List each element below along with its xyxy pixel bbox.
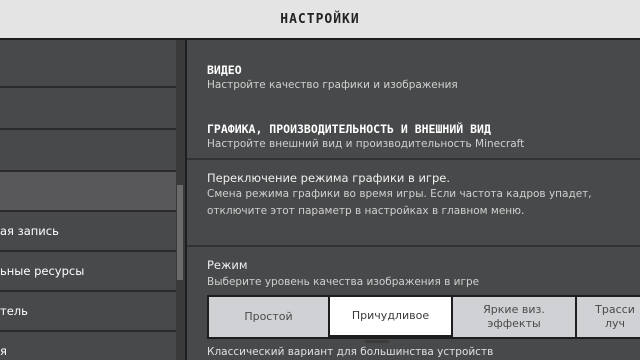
settings-header: НАСТРОЙКИ (0, 0, 640, 40)
ingame-switch-description: Смена режима графики во время игры. Если… (207, 188, 592, 217)
mode-option-label: Простой (244, 310, 293, 323)
mode-option-fancy[interactable]: Причудливое (328, 295, 453, 339)
sidebar-scrollbar[interactable] (177, 185, 183, 280)
video-section-title: ВИДЕО (207, 63, 242, 77)
mode-option-label: Причудливое (351, 309, 430, 322)
sidebar-item-label: я (0, 344, 7, 358)
sidebar-item-selected[interactable] (0, 172, 176, 212)
sidebar-item-1[interactable] (0, 40, 176, 88)
video-section-description: Настройте качество графики и изображения (207, 79, 458, 91)
sidebar-item-recording[interactable]: ая запись (0, 212, 176, 252)
mode-option-simple[interactable]: Простой (207, 295, 330, 339)
settings-sidebar: ая запись ьные ресурсы тель я (0, 40, 187, 360)
divider (187, 158, 640, 160)
sidebar-item-label: ьные ресурсы (0, 264, 85, 278)
selected-indicator (365, 340, 389, 343)
sidebar-item-2[interactable] (0, 88, 176, 130)
sidebar-item-resources[interactable]: ьные ресурсы (0, 252, 176, 292)
graphics-section-title: ГРАФИКА, ПРОИЗВОДИТЕЛЬНОСТЬ И ВНЕШНИЙ ВИ… (207, 122, 491, 136)
mode-title: Режим (207, 258, 248, 272)
mode-option-label: Трасси луч (595, 303, 635, 330)
mode-description: Выберите уровень качества изображения в … (207, 276, 480, 288)
settings-content: ВИДЕО Настройте качество графики и изобр… (187, 40, 640, 360)
sidebar-item-3[interactable] (0, 130, 176, 172)
mode-option-raytracing[interactable]: Трасси луч (575, 295, 640, 339)
sidebar-item-label: ая запись (0, 224, 59, 238)
sidebar-item-last[interactable]: я (0, 332, 176, 360)
sidebar-item-label: тель (0, 304, 28, 318)
sidebar-item-user[interactable]: тель (0, 292, 176, 332)
mode-option-vibrant[interactable]: Яркие виз. эффекты (451, 295, 577, 339)
ingame-switch-title: Переключение режима графики в игре. (207, 171, 451, 185)
divider (187, 245, 640, 247)
graphics-section-description: Настройте внешний вид и производительнос… (207, 138, 525, 150)
page-title: НАСТРОЙКИ (280, 11, 360, 27)
mode-selected-description: Классический вариант для большинства уст… (207, 346, 494, 358)
mode-option-label: Яркие виз. эффекты (483, 303, 545, 330)
